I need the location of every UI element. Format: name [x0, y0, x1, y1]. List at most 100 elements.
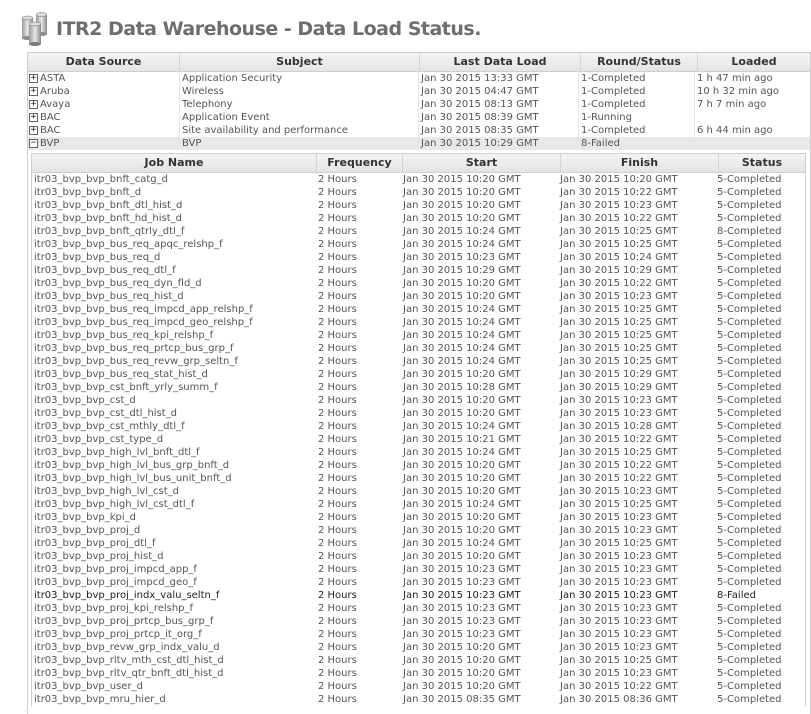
job-finish: Jan 30 2015 10:23 GMT	[560, 200, 678, 211]
job-row[interactable]: itr03_bvp_bvp_proj_dtl_f 2 Hours Jan 30 20…	[32, 537, 805, 550]
job-row[interactable]: itr03_bvp_bvp_bus_req_apqc_relshp_f 2 Hou…	[32, 238, 805, 251]
job-row[interactable]: itr03_bvp_bvp_bus_req_stat_hist_d 2 Hours…	[32, 368, 805, 381]
job-row[interactable]: itr03_bvp_bvp_bus_req_impcd_geo_relshp_f…	[32, 316, 805, 329]
column-header-loaded[interactable]: Loaded	[698, 53, 810, 71]
job-start: Jan 30 2015 10:24 GMT	[403, 239, 521, 250]
job-status: 5-Completed	[717, 629, 782, 640]
job-status: 5-Completed	[717, 512, 782, 523]
job-row[interactable]: itr03_bvp_bvp_proj_impcd_app_f 2 Hours Jan…	[32, 563, 805, 576]
job-status: 5-Completed	[717, 447, 782, 458]
job-frequency: 2 Hours	[318, 369, 357, 380]
job-row[interactable]: itr03_bvp_bvp_bus_req_hist_d 2 Hours Jan 3…	[32, 290, 805, 303]
expand-toggle-icon[interactable]: +	[29, 74, 38, 83]
job-frequency: 2 Hours	[318, 408, 357, 419]
job-row[interactable]: itr03_bvp_bvp_kpi_d 2 Hours Jan 30 2015 10…	[32, 511, 805, 524]
job-row[interactable]: itr03_bvp_bvp_bus_req_dtl_f 2 Hours Jan 30…	[32, 264, 805, 277]
job-name: itr03_bvp_bvp_bnft_d	[34, 187, 142, 198]
job-row[interactable]: itr03_bvp_bvp_user_d 2 Hours Jan 30 2015 1…	[32, 680, 805, 693]
job-row[interactable]: itr03_bvp_bvp_proj_impcd_geo_f 2 Hours Jan…	[32, 576, 805, 589]
column-header-data-source[interactable]: Data Source	[28, 53, 180, 71]
job-row[interactable]: itr03_bvp_bvp_proj_indx_valu_seltn_f 2 Ho…	[32, 589, 805, 602]
job-frequency: 2 Hours	[318, 590, 357, 601]
job-status: 5-Completed	[717, 642, 782, 653]
job-row[interactable]: itr03_bvp_bvp_rltv_mth_cst_dtl_hist_d 2 H…	[32, 654, 805, 667]
job-row[interactable]: itr03_bvp_bvp_high_lvl_bnft_dtl_f 2 Hours…	[32, 446, 805, 459]
source-row[interactable]: + ASTA Application Security Jan 30 2015 13:…	[28, 72, 810, 85]
source-row[interactable]: + BAC Application Event Jan 30 2015 08:39 G…	[28, 111, 810, 124]
job-row[interactable]: itr03_bvp_bvp_cst_dtl_hist_d 2 Hours Jan 3…	[32, 407, 805, 420]
column-header-frequency[interactable]: Frequency	[317, 154, 403, 172]
source-subject: BVP	[180, 137, 419, 150]
column-header-round-status[interactable]: Round/Status	[581, 53, 698, 71]
database-cylinders-icon	[21, 12, 48, 46]
job-row[interactable]: itr03_bvp_bvp_bnft_catg_d 2 Hours Jan 30 2…	[32, 173, 805, 186]
job-name: itr03_bvp_bvp_proj_prtcp_bus_grp_f	[34, 616, 214, 627]
column-header-last-data-load[interactable]: Last Data Load	[420, 53, 581, 71]
job-row[interactable]: itr03_bvp_bvp_bus_req_revw_grp_seltn_f 2 …	[32, 355, 805, 368]
job-row[interactable]: itr03_bvp_bvp_proj_prtcp_bus_grp_f 2 Hour…	[32, 615, 805, 628]
source-status: 1-Completed	[579, 72, 695, 85]
job-frequency: 2 Hours	[318, 642, 357, 653]
job-start: Jan 30 2015 10:20 GMT	[403, 187, 521, 198]
job-finish: Jan 30 2015 10:23 GMT	[560, 590, 678, 601]
job-status: 5-Completed	[717, 291, 782, 302]
job-row[interactable]: itr03_bvp_bvp_bus_req_dyn_fld_d 2 Hours Ja…	[32, 277, 805, 290]
job-name: itr03_bvp_bvp_bus_req_stat_hist_d	[34, 369, 208, 380]
source-row[interactable]: + Aruba Wireless Jan 30 2015 04:47 GMT 1-Com…	[28, 85, 810, 98]
job-row[interactable]: itr03_bvp_bvp_cst_d 2 Hours Jan 30 2015 10…	[32, 394, 805, 407]
job-row[interactable]: itr03_bvp_bvp_rltv_qtr_bnft_dtl_hist_d 2 …	[32, 667, 805, 680]
source-row[interactable]: − BVP BVP Jan 30 2015 10:29 GMT 8-Failed	[28, 137, 810, 150]
job-row[interactable]: itr03_bvp_bvp_high_lvl_cst_d 2 Hours Jan 3…	[32, 485, 805, 498]
job-finish: Jan 30 2015 10:22 GMT	[560, 681, 678, 692]
source-row[interactable]: + Avaya Telephony Jan 30 2015 08:13 GMT 1-Co…	[28, 98, 810, 111]
column-header-job-name[interactable]: Job Name	[32, 154, 317, 172]
column-header-subject[interactable]: Subject	[180, 53, 420, 71]
job-status: 5-Completed	[717, 395, 782, 406]
expand-toggle-icon[interactable]: +	[29, 113, 38, 122]
column-header-start[interactable]: Start	[403, 154, 561, 172]
job-frequency: 2 Hours	[318, 499, 357, 510]
source-subject: Wireless	[180, 85, 419, 98]
job-finish: Jan 30 2015 10:22 GMT	[560, 213, 678, 224]
job-row[interactable]: itr03_bvp_bvp_proj_kpi_relshp_f 2 Hours Ja…	[32, 602, 805, 615]
job-row[interactable]: itr03_bvp_bvp_high_lvl_bus_unit_bnft_d 2 …	[32, 472, 805, 485]
column-header-finish[interactable]: Finish	[561, 154, 719, 172]
job-row[interactable]: itr03_bvp_bvp_bus_req_prtcp_bus_grp_f 2 H…	[32, 342, 805, 355]
job-row[interactable]: itr03_bvp_bvp_cst_mthly_dtl_f 2 Hours Jan …	[32, 420, 805, 433]
job-row[interactable]: itr03_bvp_bvp_high_lvl_bus_grp_bnft_d 2 H…	[32, 459, 805, 472]
column-header-status[interactable]: Status	[719, 154, 805, 172]
collapse-toggle-icon[interactable]: −	[29, 139, 38, 148]
job-status: 5-Completed	[717, 265, 782, 276]
job-row[interactable]: itr03_bvp_bvp_proj_hist_d 2 Hours Jan 30 2…	[32, 550, 805, 563]
source-subject: Application Event	[180, 111, 419, 124]
job-finish: Jan 30 2015 10:22 GMT	[560, 278, 678, 289]
expand-toggle-icon[interactable]: +	[29, 87, 38, 96]
source-last-load: Jan 30 2015 08:13 GMT	[419, 98, 579, 111]
source-name: BVP	[40, 138, 60, 149]
job-row[interactable]: itr03_bvp_bvp_bnft_hd_hist_d 2 Hours Jan 3…	[32, 212, 805, 225]
job-row[interactable]: itr03_bvp_bvp_bnft_dtl_hist_d 2 Hours Jan …	[32, 199, 805, 212]
job-row[interactable]: itr03_bvp_bvp_bus_req_kpi_relshp_f 2 Hour…	[32, 329, 805, 342]
job-row[interactable]: itr03_bvp_bvp_bnft_qtrly_dtl_f 2 Hours Jan…	[32, 225, 805, 238]
job-name: itr03_bvp_bvp_cst_bnft_yrly_summ_f	[34, 382, 218, 393]
expand-toggle-icon[interactable]: +	[29, 126, 38, 135]
job-row[interactable]: itr03_bvp_bvp_bus_req_d 2 Hours Jan 30 201…	[32, 251, 805, 264]
source-row[interactable]: + BAC Site availability and performance Jan…	[28, 124, 810, 137]
job-row[interactable]: itr03_bvp_bvp_cst_type_d 2 Hours Jan 30 20…	[32, 433, 805, 446]
source-status: 1-Completed	[579, 85, 695, 98]
source-status: 1-Running	[579, 111, 695, 124]
job-row[interactable]: itr03_bvp_bvp_bus_req_impcd_app_relshp_f…	[32, 303, 805, 316]
job-row[interactable]: itr03_bvp_bvp_bnft_d 2 Hours Jan 30 2015 1…	[32, 186, 805, 199]
job-row[interactable]: itr03_bvp_bvp_high_lvl_cst_dtl_f 2 Hours J…	[32, 498, 805, 511]
expand-toggle-icon[interactable]: +	[29, 100, 38, 109]
source-last-load: Jan 30 2015 08:39 GMT	[419, 111, 579, 124]
job-row[interactable]: itr03_bvp_bvp_revw_grp_indx_valu_d 2 Hour…	[32, 641, 805, 654]
job-row[interactable]: itr03_bvp_bvp_proj_prtcp_it_org_f 2 Hours…	[32, 628, 805, 641]
job-frequency: 2 Hours	[318, 564, 357, 575]
job-row[interactable]: itr03_bvp_bvp_mru_hier_d 2 Hours Jan 30 20…	[32, 693, 805, 706]
job-row[interactable]: itr03_bvp_bvp_proj_d 2 Hours Jan 30 2015 1…	[32, 524, 805, 537]
job-row[interactable]: itr03_bvp_bvp_cst_bnft_yrly_summ_f 2 Hour…	[32, 381, 805, 394]
job-frequency: 2 Hours	[318, 551, 357, 562]
job-finish: Jan 30 2015 10:23 GMT	[560, 551, 678, 562]
job-name: itr03_bvp_bvp_proj_indx_valu_seltn_f	[34, 590, 220, 601]
